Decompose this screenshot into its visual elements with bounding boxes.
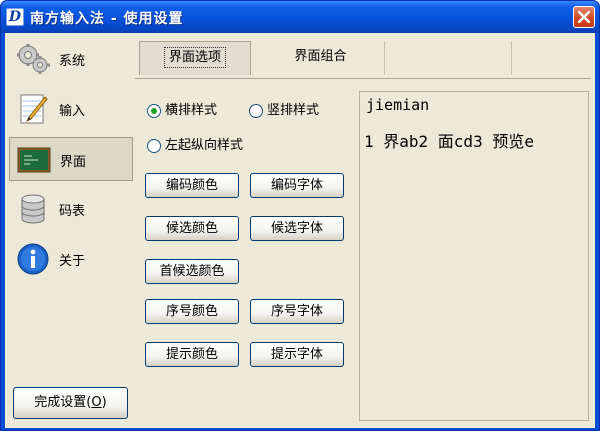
database-icon: [21, 194, 45, 224]
tab-interface-options[interactable]: 界面选项: [139, 41, 251, 75]
close-button[interactable]: [573, 6, 595, 28]
radio-vertical[interactable]: 竖排样式: [249, 99, 319, 118]
first-candidate-color-button[interactable]: 首候选颜色: [145, 259, 239, 284]
gears-icon: [17, 44, 50, 74]
sidebar-item-interface[interactable]: 界面: [9, 137, 133, 181]
radio-label: 左起纵向样式: [165, 138, 244, 153]
hint-font-button[interactable]: 提示字体: [250, 342, 344, 367]
candidate-font-button[interactable]: 候选字体: [250, 216, 344, 241]
client-area: 系统 输入 界面 码表 关于 完成设置(O) 界面选项 界面组合 横排样式 竖排…: [5, 33, 595, 428]
tab-label: 界面组合: [294, 49, 347, 64]
sidebar-item-label: 关于: [59, 254, 86, 269]
sidebar-item-system[interactable]: 系统: [9, 37, 133, 81]
title-bar[interactable]: D 南方输入法 - 使用设置: [1, 1, 599, 33]
index-color-button[interactable]: 序号颜色: [145, 299, 239, 324]
sidebar-item-label: 系统: [59, 54, 86, 69]
close-icon: [578, 11, 590, 23]
sidebar-item-about[interactable]: 关于: [9, 237, 133, 281]
index-font-button[interactable]: 序号字体: [250, 299, 344, 324]
tab-interface-combination[interactable]: 界面组合: [257, 41, 385, 75]
tab-label: 界面选项: [163, 47, 226, 68]
settings-window: D 南方输入法 - 使用设置 系统 输入 界面 码表 关于 完成设置(O) 界面…: [0, 0, 600, 431]
finish-button-label-end: ): [101, 395, 107, 410]
tab-bar: 界面选项 界面组合: [135, 37, 591, 79]
preview-candidates-text: 1 界ab2 面cd3 预览e: [364, 132, 534, 151]
code-color-button[interactable]: 编码颜色: [145, 173, 239, 198]
finish-button-hotkey: O: [91, 395, 102, 410]
code-font-button[interactable]: 编码字体: [250, 173, 344, 198]
app-logo-icon: D: [6, 8, 24, 26]
sidebar-item-label: 界面: [60, 155, 87, 170]
radio-horizontal[interactable]: 横排样式: [147, 99, 217, 118]
sidebar: 系统 输入 界面 码表 关于 完成设置(O): [9, 37, 133, 422]
notepad-pencil-icon: [20, 94, 48, 124]
radio-button[interactable]: [147, 138, 161, 153]
window-title: 南方输入法 - 使用设置: [30, 11, 184, 27]
candidate-color-button[interactable]: 候选颜色: [145, 216, 239, 241]
radio-label: 竖排样式: [267, 103, 320, 118]
chalkboard-icon: [17, 147, 51, 173]
radio-label: 横排样式: [165, 103, 218, 118]
finish-button-label: 完成设置(: [34, 395, 92, 410]
finish-settings-button[interactable]: 完成设置(O): [13, 387, 128, 419]
preview-code-text: jiemian: [366, 96, 430, 114]
info-icon: [17, 243, 49, 275]
sidebar-item-label: 码表: [59, 204, 86, 219]
sidebar-item-input[interactable]: 输入: [9, 87, 133, 131]
radio-button[interactable]: [147, 103, 161, 118]
preview-pane: jiemian 1 界ab2 面cd3 预览e: [359, 91, 589, 421]
radio-left-vertical[interactable]: 左起纵向样式: [147, 134, 243, 153]
sidebar-item-label: 输入: [59, 104, 86, 119]
radio-button[interactable]: [249, 103, 263, 118]
sidebar-item-codetable[interactable]: 码表: [9, 187, 133, 231]
tab-divider: [511, 41, 512, 75]
hint-color-button[interactable]: 提示颜色: [145, 342, 239, 367]
